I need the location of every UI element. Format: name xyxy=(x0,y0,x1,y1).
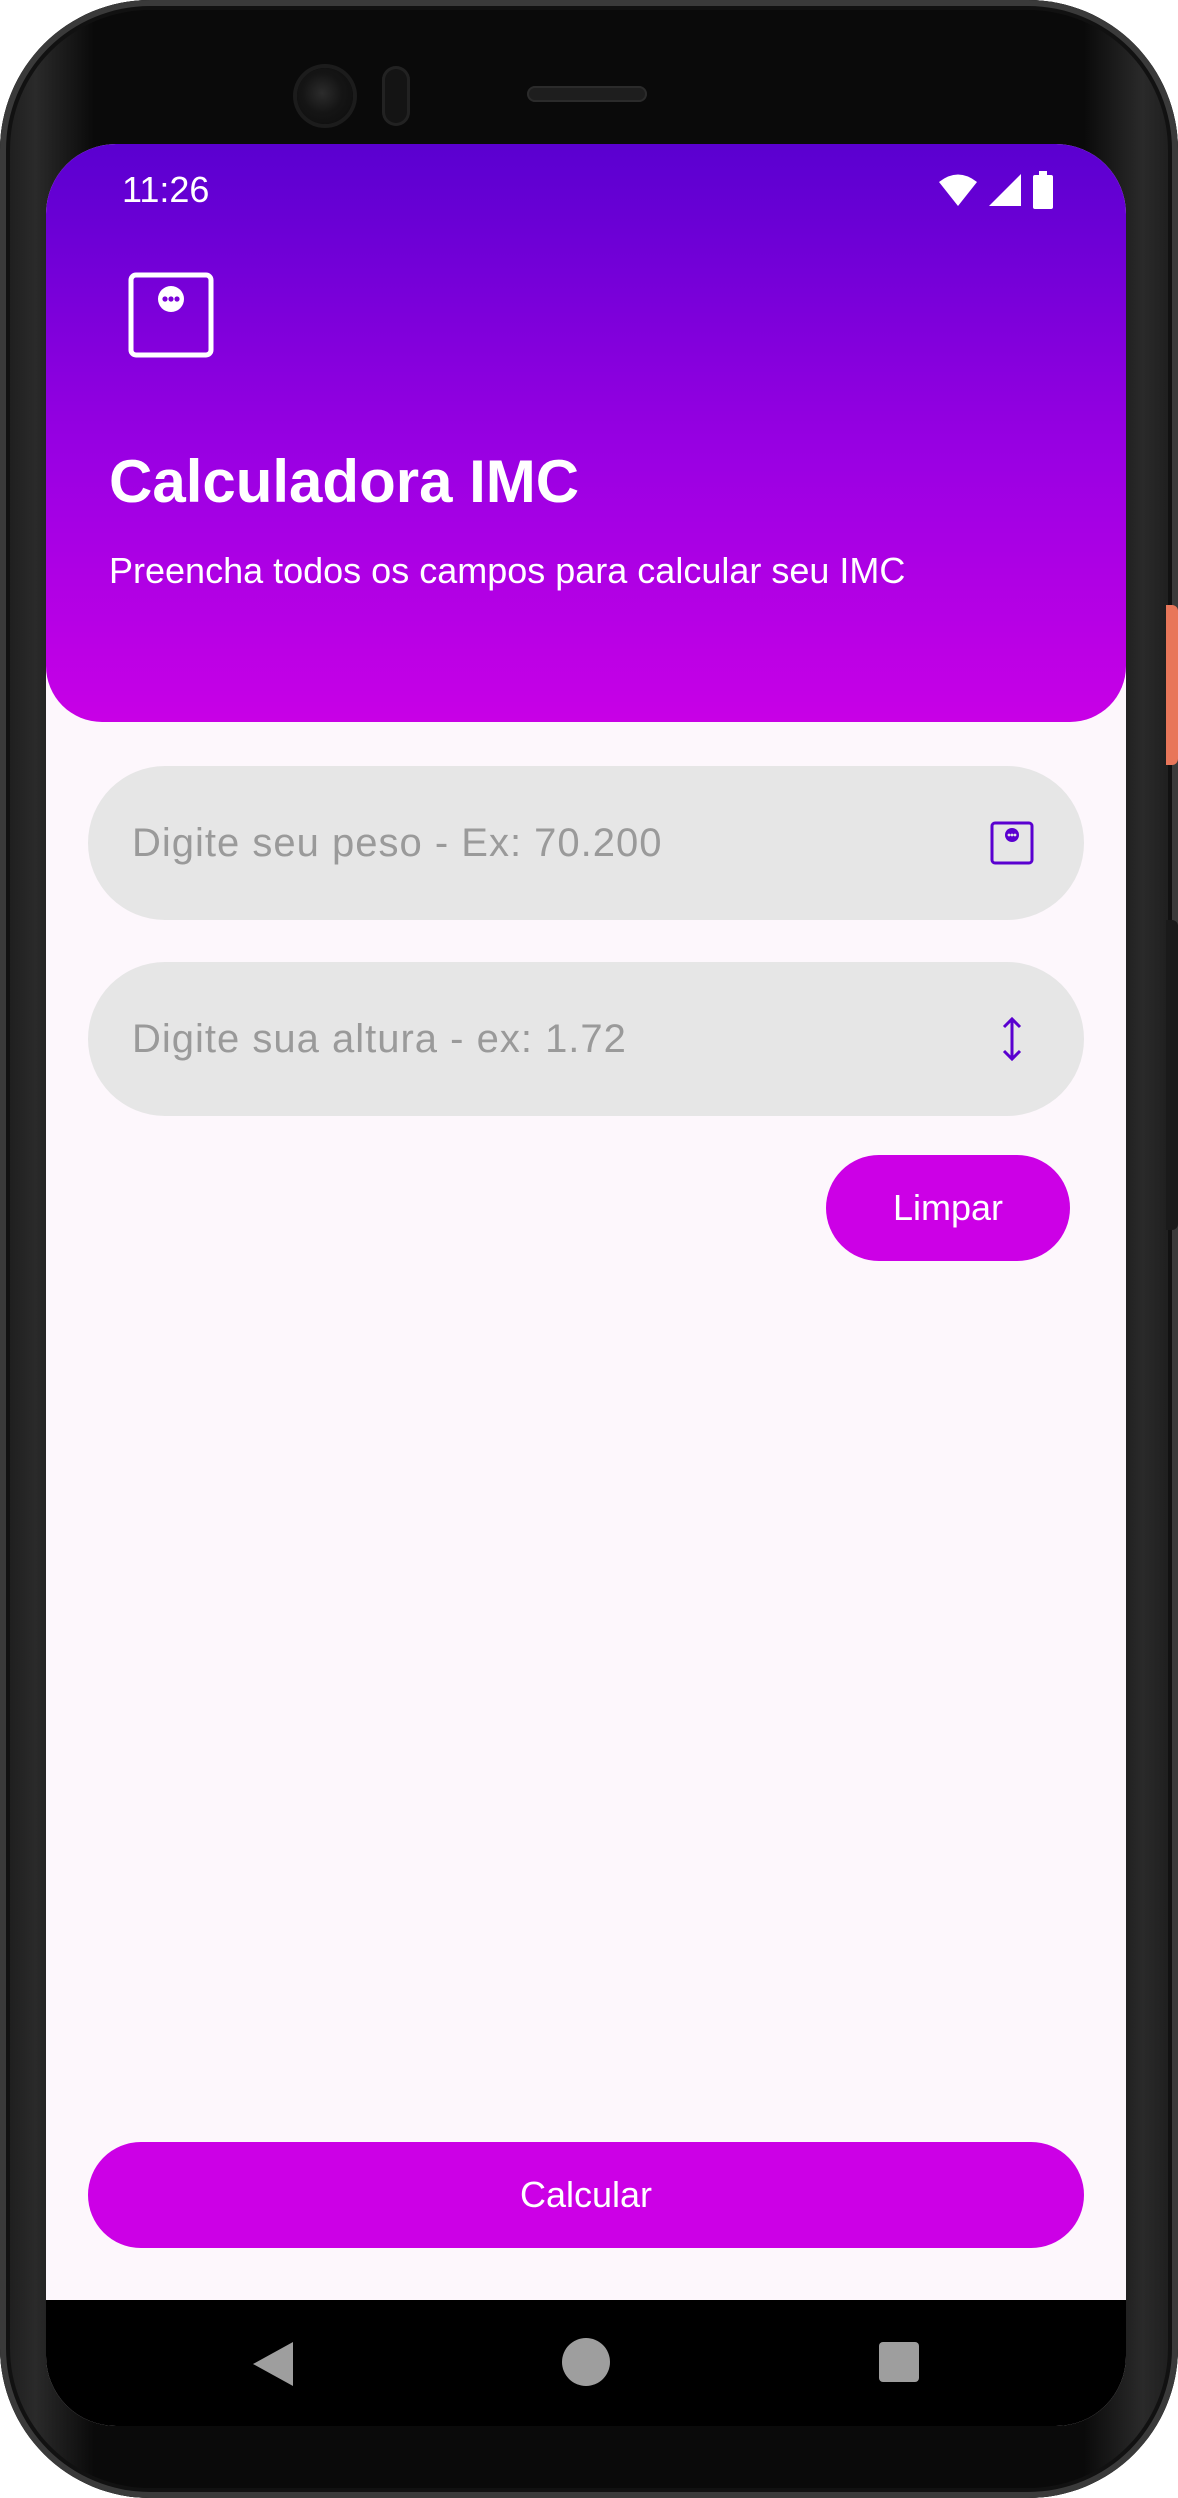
weight-input[interactable] xyxy=(132,766,952,920)
cell-signal-icon xyxy=(989,174,1021,206)
wifi-icon xyxy=(939,174,977,206)
status-icons xyxy=(938,162,1054,218)
power-button xyxy=(1166,605,1178,765)
app-header: 11:26 Calculadora IMC Preencha todos os … xyxy=(46,144,1126,722)
height-field[interactable] xyxy=(88,962,1084,1116)
calculate-button[interactable]: Calcular xyxy=(88,2142,1084,2248)
scale-icon xyxy=(128,272,214,358)
vertical-arrows-icon xyxy=(1002,1016,1022,1062)
recents-icon[interactable] xyxy=(879,2342,919,2382)
back-icon[interactable] xyxy=(251,2340,295,2388)
status-time: 11:26 xyxy=(122,169,210,210)
proximity-sensor xyxy=(382,66,410,126)
app-screen: 11:26 Calculadora IMC Preencha todos os … xyxy=(46,144,1126,2426)
phone-frame: 11:26 Calculadora IMC Preencha todos os … xyxy=(0,0,1178,2498)
battery-icon xyxy=(1033,171,1053,209)
height-input[interactable] xyxy=(132,962,952,1116)
page-subtitle: Preencha todos os campos para calcular s… xyxy=(109,550,906,591)
front-camera xyxy=(297,68,353,124)
home-icon[interactable] xyxy=(562,2338,610,2386)
weight-field[interactable] xyxy=(88,766,1084,920)
scale-icon xyxy=(990,821,1034,865)
system-nav-bar xyxy=(46,2300,1126,2426)
earpiece-speaker xyxy=(527,86,647,102)
clear-button[interactable]: Limpar xyxy=(826,1155,1070,1261)
volume-button xyxy=(1166,920,1178,1230)
page-title: Calculadora IMC xyxy=(109,448,580,515)
